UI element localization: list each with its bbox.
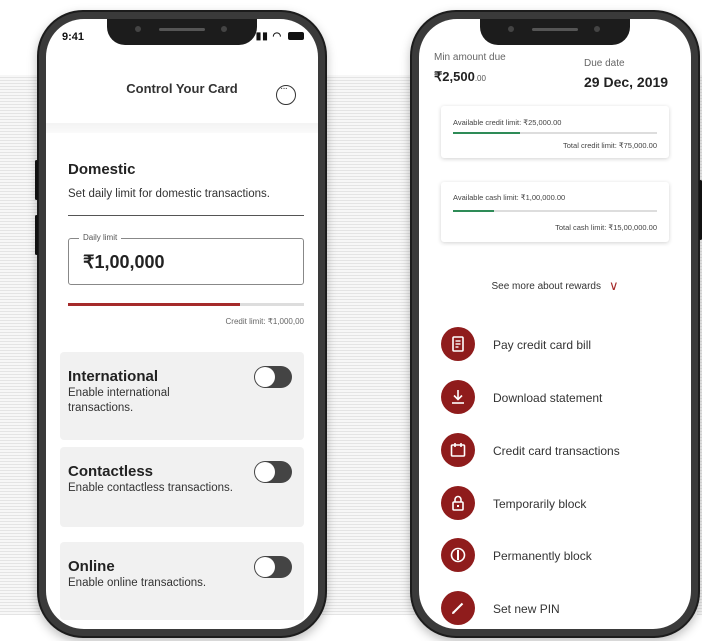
domestic-section: Domestic Set daily limit for domestic tr…: [60, 135, 304, 345]
limit-slider[interactable]: [68, 303, 304, 306]
side-button: [35, 160, 38, 200]
online-card: Online Enable online transactions.: [60, 542, 304, 620]
online-title: Online: [68, 558, 115, 575]
screen: Min amount due ₹2,500.00 Due date 29 Dec…: [419, 19, 691, 629]
credit-limit-card: Available credit limit: ₹25,000.00 Total…: [441, 106, 669, 158]
action-label: Download statement: [493, 391, 603, 405]
divider: [46, 123, 318, 133]
status-time: 9:41: [62, 31, 85, 43]
lock-icon: [441, 486, 475, 520]
action-temporarily-block[interactable]: Temporarily block: [441, 486, 677, 526]
notch: [480, 19, 630, 45]
daily-limit-value: ₹1,00,000: [83, 252, 165, 272]
action-label: Permanently block: [493, 549, 592, 563]
domestic-title: Domestic: [68, 161, 136, 178]
online-toggle[interactable]: [254, 556, 292, 578]
chat-icon[interactable]: [276, 83, 296, 105]
status-icons: ▮▮ ◠: [256, 31, 304, 42]
signal-icon: ▮▮: [255, 31, 269, 42]
contactless-title: Contactless: [68, 463, 154, 480]
contactless-subtitle: Enable contactless transactions.: [68, 482, 233, 494]
international-card: International Enable international trans…: [60, 352, 304, 440]
domestic-subtitle: Set daily limit for domestic transaction…: [68, 188, 270, 200]
action-label: Credit card transactions: [493, 444, 620, 458]
credit-limit-bar: [453, 132, 657, 134]
battery-icon: [288, 32, 304, 41]
background-stripes-middle: [322, 75, 417, 615]
action-credit-card-transactions[interactable]: Credit card transactions: [441, 433, 677, 473]
action-label: Set new PIN: [493, 602, 560, 616]
bill-icon: [441, 327, 475, 361]
divider: [68, 215, 304, 216]
calendar-icon: [441, 433, 475, 467]
daily-limit-input[interactable]: Daily limit ₹1,00,000: [68, 233, 304, 285]
available-credit-limit: Available credit limit: ₹25,000.00: [453, 118, 562, 127]
available-cash-limit: Available cash limit: ₹1,00,000.00: [453, 193, 566, 202]
block-icon: [441, 538, 475, 572]
action-set-new-pin[interactable]: Set new PIN: [441, 591, 677, 629]
total-cash-limit: Total cash limit: ₹15,00,000.00: [555, 223, 657, 232]
download-icon: [441, 380, 475, 414]
contactless-toggle[interactable]: [254, 461, 292, 483]
daily-limit-label: Daily limit: [79, 233, 122, 242]
total-credit-limit: Total credit limit: ₹75,000.00: [563, 141, 657, 150]
screen: 9:41 ▮▮ ◠ Control Your Card Domestic Set…: [46, 19, 318, 629]
cash-limit-bar: [453, 210, 657, 212]
cash-limit-bar-fill: [453, 210, 494, 212]
background-stripes-left: [0, 75, 40, 615]
side-button: [35, 215, 38, 255]
due-date-label: Due date: [584, 58, 625, 69]
credit-limit-text: Credit limit: ₹1,000,00: [225, 317, 304, 326]
international-title: International: [68, 368, 159, 385]
rewards-link-label: See more about rewards: [491, 281, 601, 292]
pen-icon: [441, 591, 475, 625]
action-download-statement[interactable]: Download statement: [441, 380, 677, 420]
cash-limit-card: Available cash limit: ₹1,00,000.00 Total…: [441, 182, 669, 242]
limit-slider-fill: [68, 303, 241, 306]
see-more-rewards-link[interactable]: See more about rewards ∨: [419, 277, 691, 293]
action-pay-credit-card-bill[interactable]: Pay credit card bill: [441, 327, 677, 367]
min-amount-due-amount: ₹2,500: [434, 69, 475, 84]
min-amount-due-label: Min amount due: [434, 52, 506, 63]
contactless-card: Contactless Enable contactless transacti…: [60, 447, 304, 527]
phone-card-summary: Min amount due ₹2,500.00 Due date 29 Dec…: [410, 10, 702, 638]
action-label: Pay credit card bill: [493, 338, 592, 352]
phone-control-card: 9:41 ▮▮ ◠ Control Your Card Domestic Set…: [35, 10, 327, 638]
min-amount-due-decimal: .00: [474, 74, 486, 83]
action-label: Temporarily block: [493, 497, 587, 511]
international-subtitle: Enable international transactions.: [68, 387, 170, 414]
credit-limit-bar-fill: [453, 132, 521, 134]
due-date-value: 29 Dec, 2019: [584, 74, 669, 90]
min-amount-due-value: ₹2,500.00: [434, 69, 486, 85]
action-permanently-block[interactable]: Permanently block: [441, 538, 677, 578]
wifi-icon: ◠: [272, 31, 283, 42]
chevron-down-icon: ∨: [609, 278, 619, 293]
notch: [107, 19, 257, 45]
online-subtitle: Enable online transactions.: [68, 577, 207, 589]
international-toggle[interactable]: [254, 366, 292, 388]
